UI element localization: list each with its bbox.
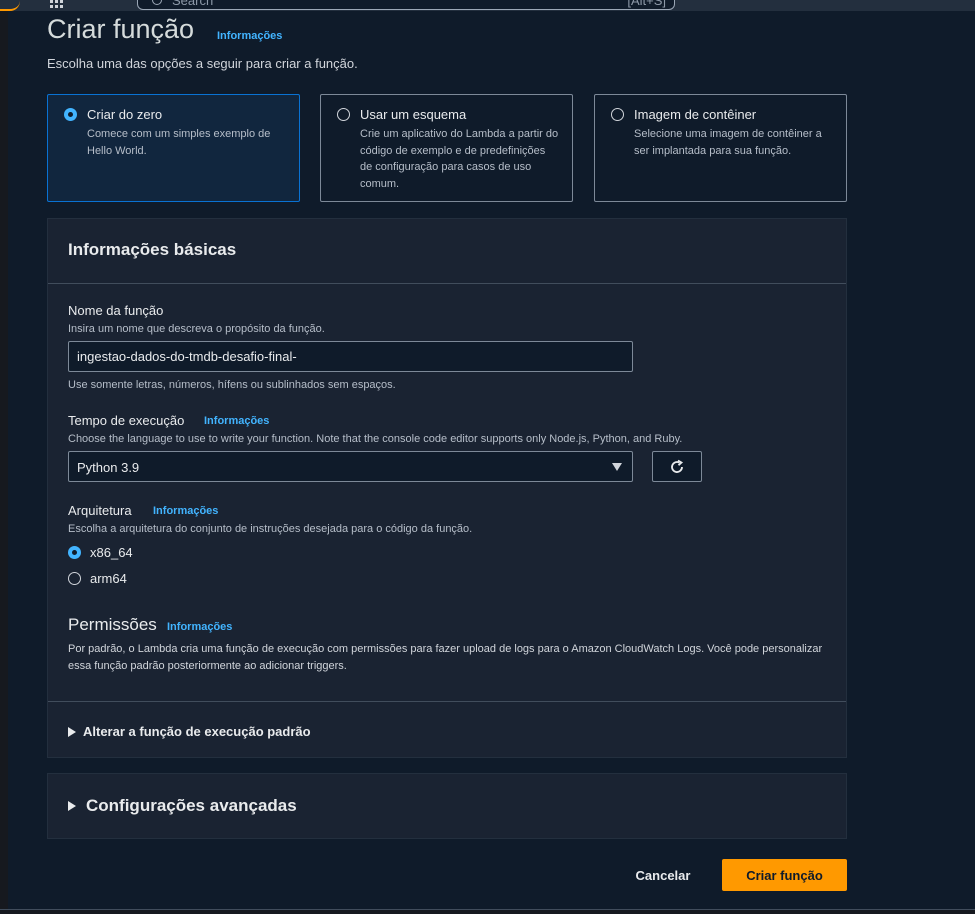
- footer-bar: [0, 909, 975, 914]
- runtime-info-link[interactable]: Informações: [204, 415, 269, 427]
- option-tile-container-image[interactable]: Imagem de contêiner Selecione uma imagem…: [594, 94, 847, 202]
- architecture-hint: Escolha a arquitetura do conjunto de ins…: [68, 523, 473, 535]
- runtime-select[interactable]: Python 3.9: [68, 451, 633, 482]
- option-tile-author-from-scratch[interactable]: Criar do zero Comece com um simples exem…: [47, 94, 300, 202]
- permissions-title: Permissões: [68, 615, 157, 634]
- search-icon: [152, 0, 162, 5]
- option-description: Crie um aplicativo do Lambda a partir do…: [360, 128, 559, 190]
- function-name-input[interactable]: [68, 341, 633, 372]
- option-title: Criar do zero: [87, 107, 163, 122]
- radio-use-blueprint[interactable]: [337, 108, 350, 121]
- option-title: Usar um esquema: [360, 107, 467, 122]
- side-navigation-rail: [0, 11, 8, 914]
- refresh-runtimes-button[interactable]: [652, 451, 702, 482]
- runtime-selected-value: Python 3.9: [77, 460, 140, 475]
- radio-x86-64[interactable]: [68, 546, 81, 559]
- page-title: Criar função: [47, 14, 195, 44]
- top-navigation-bar: Search [Alt+S]: [0, 0, 975, 11]
- architecture-info-link[interactable]: Informações: [153, 505, 218, 517]
- panel-title: Informações básicas: [68, 240, 237, 259]
- search-shortcut: [Alt+S]: [627, 0, 666, 8]
- option-description: Selecione uma imagem de contêiner a ser …: [634, 128, 822, 157]
- section-divider: [48, 701, 846, 702]
- services-grid-icon[interactable]: [50, 0, 63, 8]
- aws-logo[interactable]: [0, 0, 20, 11]
- caret-down-icon: [612, 463, 622, 471]
- caret-right-icon: [68, 801, 76, 811]
- radio-author-from-scratch[interactable]: [64, 108, 77, 121]
- search-placeholder: Search: [172, 0, 214, 8]
- option-title: Imagem de contêiner: [634, 107, 757, 122]
- function-name-label: Nome da função: [68, 303, 164, 318]
- architecture-label: Arquitetura: [68, 503, 132, 518]
- panel-header: Informações básicas: [48, 219, 846, 284]
- runtime-label: Tempo de execução: [68, 413, 185, 428]
- function-name-constraint: Use somente letras, números, hífens ou s…: [68, 379, 396, 391]
- radio-x86-64-label[interactable]: x86_64: [90, 545, 133, 560]
- advanced-settings-panel: Configurações avançadas: [47, 773, 847, 839]
- change-execution-role-label: Alterar a função de execução padrão: [83, 724, 311, 740]
- advanced-settings-expander[interactable]: Configurações avançadas: [68, 796, 297, 816]
- caret-right-icon: [68, 726, 76, 737]
- create-function-button[interactable]: Criar função: [722, 859, 847, 891]
- radio-arm64-label[interactable]: arm64: [90, 571, 127, 586]
- option-description: Comece com um simples exemplo de Hello W…: [87, 128, 271, 157]
- page-info-link[interactable]: Informações: [217, 30, 282, 42]
- permissions-description: Por padrão, o Lambda cria uma função de …: [68, 643, 823, 672]
- change-execution-role-expander[interactable]: Alterar a função de execução padrão: [68, 723, 311, 741]
- cancel-button[interactable]: Cancelar: [622, 860, 704, 891]
- function-name-hint: Insira um nome que descreva o propósito …: [68, 323, 325, 335]
- page-subtitle: Escolha uma das opções a seguir para cri…: [47, 56, 358, 71]
- radio-arm64[interactable]: [68, 572, 81, 585]
- option-tile-use-blueprint[interactable]: Usar um esquema Crie um aplicativo do La…: [320, 94, 573, 202]
- advanced-settings-label: Configurações avançadas: [86, 796, 297, 815]
- radio-container-image[interactable]: [611, 108, 624, 121]
- permissions-info-link[interactable]: Informações: [167, 621, 232, 633]
- refresh-icon: [671, 459, 684, 473]
- basic-info-panel: Informações básicas Nome da função Insir…: [47, 218, 847, 758]
- runtime-hint: Choose the language to use to write your…: [68, 433, 683, 445]
- search-input[interactable]: Search [Alt+S]: [137, 0, 675, 10]
